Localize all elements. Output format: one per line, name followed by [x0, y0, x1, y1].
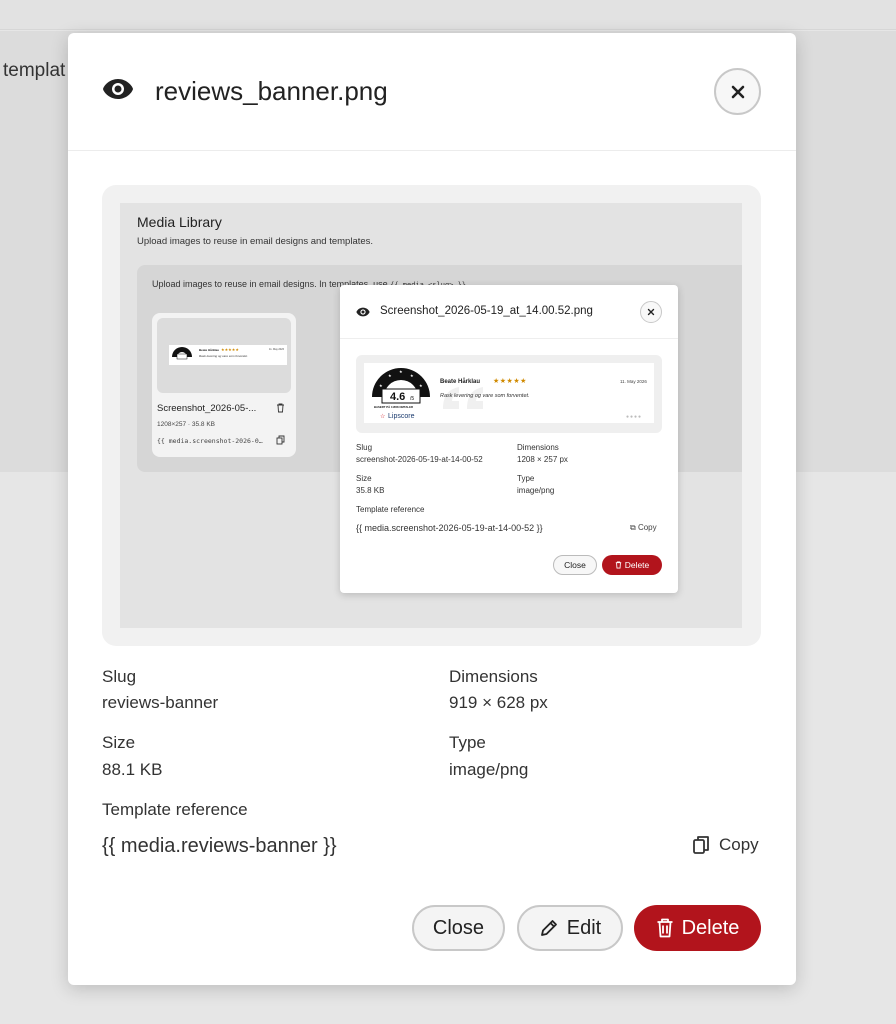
shot-dimensions-label: Dimensions — [517, 443, 559, 452]
modal-header: reviews_banner.png — [68, 33, 796, 151]
top-bar — [0, 0, 896, 30]
size-value: 88.1 KB — [102, 760, 163, 779]
shot-size-value: 35.8 KB — [356, 486, 385, 495]
background-text: templat — [3, 60, 66, 81]
delete-button[interactable]: Delete — [634, 905, 761, 951]
trash-icon — [657, 918, 673, 938]
lipscore-badge-icon: ★ ★ ★ ★ ★ 4.6 /5 BASERT PÅ 11658 OMTALER… — [372, 368, 430, 420]
shot-tile-logo-icon — [172, 347, 192, 360]
shot-media-tile: Beate Hårklau ★★★★★ Rask levering og var… — [152, 313, 296, 457]
review-stars: ★★★★★ — [493, 378, 527, 385]
svg-text:★: ★ — [399, 369, 403, 374]
shot-type-label: Type — [517, 474, 535, 483]
copy-button[interactable]: Copy — [692, 835, 759, 855]
shot-tile-review: Rask levering og vare som forventet. — [199, 354, 248, 358]
shot-template-reference-value: {{ media.screenshot-2026-05-19-at-14-00-… — [356, 523, 543, 533]
shot-slug-label: Slug — [356, 443, 373, 452]
close-button-label: Close — [432, 916, 485, 939]
reviewer-name: Beate Hårklau — [440, 379, 481, 385]
shot-size-label: Size — [356, 474, 372, 483]
close-button[interactable] — [714, 68, 761, 115]
eye-icon — [103, 79, 133, 99]
slug-label: Slug — [102, 667, 137, 686]
star-icon: ☆ — [380, 413, 385, 420]
review-score-suffix: /5 — [410, 396, 414, 402]
eye-icon — [356, 307, 370, 317]
shot-inner-close — [640, 301, 662, 323]
shot-page-subtitle: Upload images to reuse in email designs … — [137, 236, 374, 247]
trash-icon — [615, 561, 621, 569]
copy-label: Copy — [719, 835, 759, 854]
svg-text:★: ★ — [379, 383, 383, 388]
shot-tile-name: Screenshot_2026-05-... — [157, 403, 257, 414]
review-banner: ★ ★ ★ ★ ★ 4.6 /5 BASERT PÅ 11658 OMTALER… — [364, 363, 654, 423]
close-icon — [731, 85, 744, 98]
review-score-caption: BASERT PÅ 11658 OMTALER — [374, 404, 413, 409]
shot-inner-modal: Screenshot_2026-05-19_at_14.00.52.png ★ … — [340, 285, 678, 593]
shot-inner-title: Screenshot_2026-05-19_at_14.00.52.png — [380, 305, 593, 317]
review-brand: Lipscore — [388, 413, 415, 420]
modal-title: reviews_banner.png — [155, 76, 388, 106]
size-label: Size — [102, 733, 136, 752]
shot-template-reference-label: Template reference — [356, 505, 425, 514]
shot-delete-label: Delete — [624, 560, 650, 570]
svg-text:★: ★ — [388, 373, 392, 378]
copy-icon — [276, 435, 285, 445]
shot-inner-preview: ★ ★ ★ ★ ★ 4.6 /5 BASERT PÅ 11658 OMTALER… — [356, 355, 662, 433]
template-reference-label: Template reference — [102, 800, 248, 819]
close-modal-button[interactable]: Close — [412, 905, 505, 951]
shot-dimensions-value: 1208 × 257 px — [517, 455, 568, 464]
shot-tile-banner: Beate Hårklau ★★★★★ Rask levering og var… — [169, 345, 287, 365]
type-label: Type — [449, 733, 486, 752]
edit-button[interactable]: Edit — [517, 905, 623, 951]
shot-type-value: image/png — [517, 486, 555, 495]
shot-slug-value: screenshot-2026-05-19-at-14-00-52 — [356, 455, 483, 464]
svg-text:★: ★ — [410, 373, 414, 378]
shot-tile-reviewer: Beate Hårklau — [199, 348, 220, 352]
shot-tile-meta: 1208×257 · 35.8 KB — [157, 421, 216, 428]
template-reference-value: {{ media.reviews-banner }} — [102, 835, 337, 857]
carousel-dots: ●●●● — [626, 414, 643, 420]
type-value: image/png — [449, 760, 529, 779]
image-preview: Media Library Upload images to reuse in … — [102, 185, 761, 646]
shot-delete-button: Delete — [602, 555, 662, 575]
review-date: 11. May 2026 — [620, 379, 647, 384]
dimensions-value: 919 × 628 px — [449, 693, 548, 712]
shot-close-button: Close — [553, 555, 597, 575]
shot-tile-date: 11. May 2026 — [269, 348, 284, 351]
svg-text:★: ★ — [419, 383, 423, 388]
dimensions-label: Dimensions — [449, 667, 538, 686]
shot-copy-button: ⧉ Copy — [630, 523, 657, 533]
preview-screenshot: Media Library Upload images to reuse in … — [120, 203, 742, 628]
shot-tile-stars: ★★★★★ — [221, 347, 239, 352]
copy-icon — [693, 836, 709, 854]
shot-tile-ref: {{ media.screenshot-2026-0… — [157, 437, 263, 445]
shot-inner-header: Screenshot_2026-05-19_at_14.00.52.png — [340, 285, 678, 339]
review-text: Rask levering og vare som forventet. — [440, 393, 530, 399]
shot-page-title: Media Library — [137, 214, 222, 230]
slug-value: reviews-banner — [102, 693, 219, 712]
review-score: 4.6 — [390, 391, 405, 403]
trash-icon — [277, 403, 284, 413]
delete-button-label: Delete — [681, 916, 740, 939]
media-preview-modal: reviews_banner.png Media Library Upload … — [68, 33, 796, 985]
shot-copy-label: Copy — [637, 523, 657, 532]
copy-icon: ⧉ — [630, 523, 636, 532]
pencil-icon — [540, 920, 557, 936]
shot-tile-thumbnail: Beate Hårklau ★★★★★ Rask levering og var… — [157, 318, 291, 393]
close-icon — [647, 308, 655, 316]
edit-button-label: Edit — [566, 916, 602, 939]
